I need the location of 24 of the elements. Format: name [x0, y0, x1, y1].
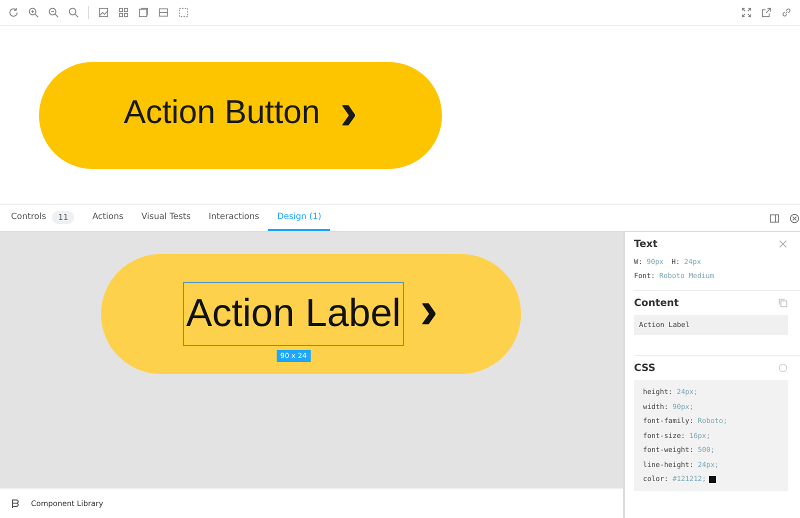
fullscreen-icon[interactable] [741, 7, 752, 18]
tab[interactable]: Actions [83, 205, 132, 231]
tab[interactable]: Interactions [200, 205, 268, 231]
section-title: Text [634, 238, 658, 250]
close-icon[interactable] [778, 239, 788, 249]
window-icon[interactable] [138, 7, 149, 18]
zoom-in-icon[interactable] [28, 7, 39, 18]
external-link-icon[interactable] [761, 7, 772, 18]
panel-icon[interactable] [769, 212, 780, 224]
zoom-out-icon[interactable] [48, 7, 59, 18]
action-label: Action Label [186, 292, 401, 336]
section-title: Content [634, 298, 679, 308]
link-icon[interactable] [781, 7, 792, 18]
zoom-reset-icon[interactable] [68, 7, 79, 18]
grid-icon[interactable] [118, 7, 129, 18]
image-icon[interactable] [98, 7, 109, 18]
tab[interactable]: Visual Tests [132, 205, 200, 231]
section-title: CSS [634, 362, 656, 374]
dashed-square-icon[interactable] [178, 7, 189, 18]
reload-icon[interactable] [8, 7, 19, 18]
tab[interactable]: Controls 11 [2, 205, 84, 231]
chevron-icon: › [420, 283, 438, 345]
close-icon[interactable] [789, 212, 800, 224]
action-button[interactable]: Action Button › [39, 62, 442, 168]
